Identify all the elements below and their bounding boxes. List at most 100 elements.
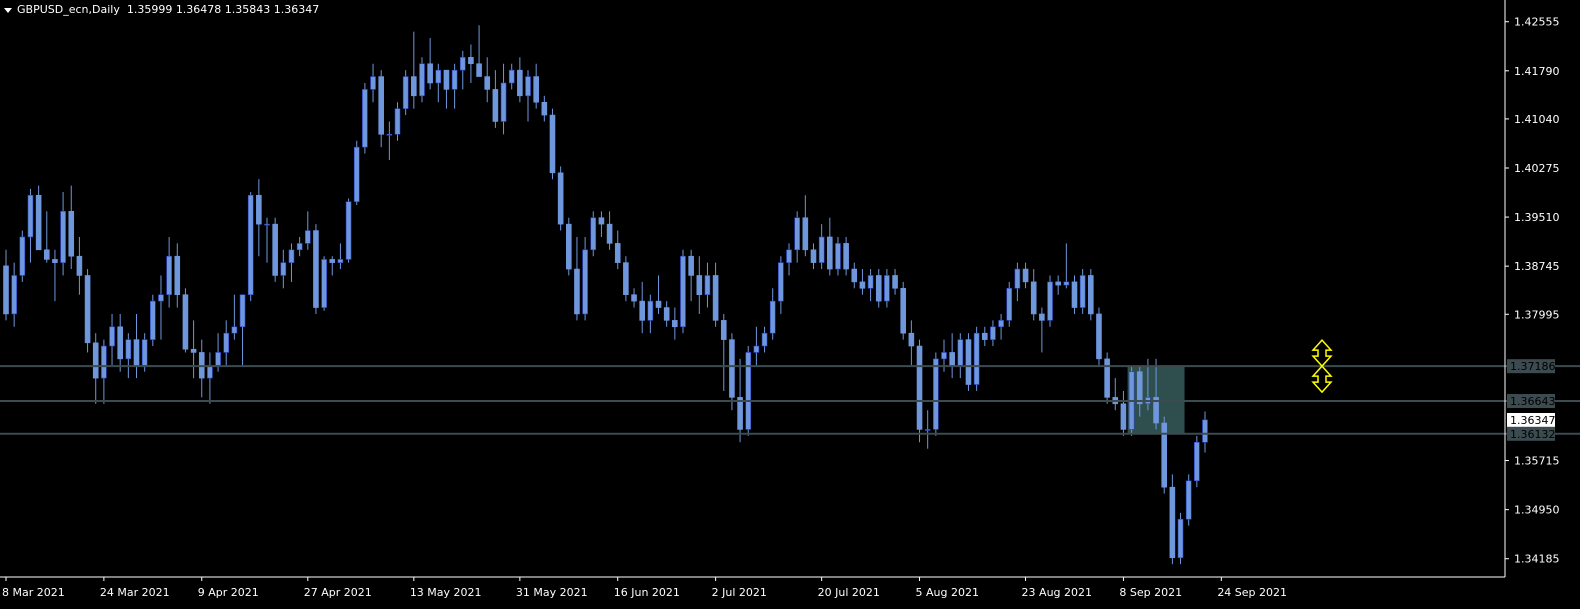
candle bbox=[533, 63, 539, 109]
y-tick-label: 1.35715 bbox=[1514, 455, 1560, 468]
candle bbox=[761, 326, 768, 353]
candle bbox=[655, 275, 662, 314]
candle bbox=[353, 140, 360, 205]
candle-body-bear bbox=[598, 217, 605, 225]
candle bbox=[949, 333, 955, 379]
candle bbox=[614, 230, 621, 270]
candle bbox=[981, 326, 988, 347]
candle-body-bear bbox=[1071, 281, 1078, 308]
candle-body-bear bbox=[256, 194, 262, 225]
candle bbox=[1022, 262, 1029, 289]
candle-body-bull bbox=[1006, 287, 1013, 321]
candle bbox=[631, 288, 637, 308]
candle bbox=[459, 50, 466, 90]
candle-body-bull bbox=[1194, 441, 1200, 482]
candle bbox=[786, 243, 792, 276]
candle-body-bull bbox=[353, 146, 360, 202]
candle-body-bear bbox=[92, 342, 99, 379]
candle-body-bull bbox=[207, 364, 213, 379]
candle-body-bull bbox=[933, 358, 939, 430]
candle-body-bull bbox=[590, 217, 597, 251]
candle bbox=[476, 25, 482, 77]
candle bbox=[174, 243, 181, 308]
candle bbox=[933, 352, 939, 436]
y-tick-label: 1.34185 bbox=[1514, 553, 1560, 566]
candle bbox=[402, 70, 409, 116]
candle bbox=[712, 262, 719, 327]
candle bbox=[924, 410, 931, 449]
candle-body-bear bbox=[533, 76, 539, 103]
y-tick-label: 1.38745 bbox=[1514, 260, 1560, 273]
candle-body-bull bbox=[386, 134, 393, 136]
candle bbox=[729, 333, 735, 411]
candle-body-bear bbox=[631, 294, 637, 302]
candle bbox=[1039, 307, 1045, 353]
candle-body-bear bbox=[810, 249, 817, 263]
candle bbox=[84, 269, 91, 353]
candle-body-bear bbox=[468, 57, 474, 65]
candle bbox=[280, 249, 287, 289]
candle bbox=[321, 256, 327, 311]
candle bbox=[378, 70, 384, 148]
level-price-label: 1.37186 bbox=[1510, 360, 1556, 373]
candle-body-bear bbox=[484, 76, 491, 90]
candle bbox=[1120, 390, 1127, 436]
double-arrow-up-icon[interactable] bbox=[1311, 339, 1333, 368]
candle bbox=[704, 262, 711, 308]
x-tick-label: 8 Sep 2021 bbox=[1119, 586, 1182, 599]
candle bbox=[827, 217, 833, 276]
candle bbox=[117, 313, 123, 372]
candle-body-bull bbox=[1202, 419, 1208, 443]
candle bbox=[239, 294, 246, 366]
candle bbox=[166, 236, 172, 308]
candle-body-bull bbox=[370, 76, 376, 90]
candle bbox=[696, 256, 703, 314]
candle bbox=[1063, 243, 1070, 289]
candle-body-bull bbox=[704, 275, 711, 296]
candle-body-bear bbox=[802, 217, 809, 251]
candle bbox=[623, 256, 629, 302]
candle-body-bull bbox=[419, 63, 425, 97]
candle bbox=[639, 281, 646, 334]
candle-body-bull bbox=[508, 69, 515, 84]
candle-body-bear bbox=[3, 265, 9, 315]
candle bbox=[517, 57, 523, 103]
candle-body-bear bbox=[1088, 275, 1094, 315]
candle-body-bear bbox=[443, 69, 450, 90]
double-arrow-down-icon[interactable] bbox=[1311, 365, 1333, 394]
price-chart[interactable]: 1.42555 1.41790 1.41040 1.40275 1.39510 1.387… bbox=[0, 0, 1580, 609]
candle bbox=[27, 188, 34, 263]
candle bbox=[606, 211, 613, 250]
candle-body-bull bbox=[525, 76, 531, 97]
candle-body-bear bbox=[565, 223, 572, 270]
candle-body-bear bbox=[712, 275, 719, 321]
candle-body-bear bbox=[1136, 371, 1143, 405]
candle bbox=[859, 269, 866, 295]
candle bbox=[720, 313, 727, 391]
x-tick-label: 27 Apr 2021 bbox=[304, 586, 372, 599]
candle bbox=[525, 70, 531, 122]
candle-body-bull bbox=[1047, 281, 1053, 321]
y-tick-label: 1.39510 bbox=[1514, 211, 1560, 224]
candle-body-bull bbox=[973, 332, 980, 385]
candle-body-bull bbox=[150, 300, 156, 340]
candle bbox=[207, 352, 213, 404]
candle bbox=[60, 192, 66, 276]
candle-body-bear bbox=[133, 339, 140, 366]
candle-body-bull bbox=[835, 243, 841, 270]
candle-body-bull bbox=[957, 339, 964, 366]
candle-body-bear bbox=[696, 275, 703, 296]
candle-body-bull bbox=[924, 429, 931, 431]
candle bbox=[76, 236, 83, 295]
candles-layer bbox=[3, 25, 1208, 565]
candle bbox=[394, 102, 401, 141]
candle-body-bull bbox=[280, 262, 287, 276]
candle-body-bear bbox=[916, 345, 923, 430]
candle-body-bear bbox=[614, 243, 621, 263]
candle bbox=[778, 256, 784, 314]
candle-body-bull bbox=[27, 194, 34, 238]
candle-body-bull bbox=[1014, 268, 1021, 289]
candle-body-bear bbox=[965, 339, 972, 385]
candle-body-bull bbox=[337, 259, 344, 263]
candle-body-bear bbox=[76, 255, 83, 276]
